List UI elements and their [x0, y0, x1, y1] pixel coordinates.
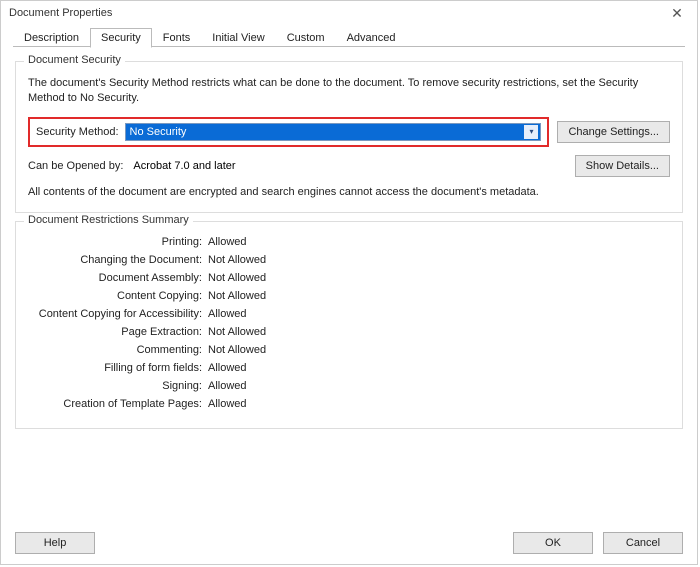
security-method-highlight: Security Method: No Security ▾ [28, 117, 549, 147]
security-description: The document's Security Method restricts… [28, 76, 670, 107]
restriction-value: Allowed [208, 362, 247, 374]
restriction-label: Content Copying for Accessibility: [28, 308, 208, 320]
security-method-label: Security Method: [36, 126, 119, 138]
restriction-label: Signing: [28, 380, 208, 392]
restriction-label: Changing the Document: [28, 254, 208, 266]
restriction-value: Not Allowed [208, 326, 266, 338]
restriction-row: Content Copying for Accessibility:Allowe… [28, 308, 670, 320]
tab-description[interactable]: Description [13, 28, 90, 47]
restriction-row: Page Extraction:Not Allowed [28, 326, 670, 338]
chevron-down-icon: ▾ [524, 125, 538, 139]
restriction-value: Allowed [208, 236, 247, 248]
tab-security[interactable]: Security [90, 28, 152, 48]
restriction-value: Allowed [208, 380, 247, 392]
restriction-row: Content Copying:Not Allowed [28, 290, 670, 302]
restriction-row: Creation of Template Pages:Allowed [28, 398, 670, 410]
restriction-value: Not Allowed [208, 272, 266, 284]
restriction-row: Changing the Document:Not Allowed [28, 254, 670, 266]
restriction-value: Allowed [208, 398, 247, 410]
dialog-window: Document Properties ✕ DescriptionSecurit… [0, 0, 698, 565]
restriction-value: Not Allowed [208, 254, 266, 266]
restrictions-group: Document Restrictions Summary Printing:A… [15, 221, 683, 429]
restriction-label: Document Assembly: [28, 272, 208, 284]
restriction-value: Not Allowed [208, 344, 266, 356]
restriction-label: Commenting: [28, 344, 208, 356]
restriction-row: Document Assembly:Not Allowed [28, 272, 670, 284]
change-settings-button[interactable]: Change Settings... [557, 121, 670, 143]
restriction-label: Printing: [28, 236, 208, 248]
tab-custom[interactable]: Custom [276, 28, 336, 47]
tab-initial-view[interactable]: Initial View [201, 28, 275, 47]
restriction-label: Filling of form fields: [28, 362, 208, 374]
encryption-note: All contents of the document are encrypt… [28, 185, 548, 200]
tab-strip: DescriptionSecurityFontsInitial ViewCust… [1, 25, 697, 47]
restriction-row: Commenting:Not Allowed [28, 344, 670, 356]
restriction-row: Printing:Allowed [28, 236, 670, 248]
security-method-row: Security Method: No Security ▾ Change Se… [28, 117, 670, 147]
dialog-footer: Help OK Cancel [1, 522, 697, 564]
ok-button[interactable]: OK [513, 532, 593, 554]
restrictions-legend: Document Restrictions Summary [24, 214, 193, 226]
tab-content: Document Security The document's Securit… [1, 47, 697, 522]
restriction-row: Filling of form fields:Allowed [28, 362, 670, 374]
cancel-button[interactable]: Cancel [603, 532, 683, 554]
restrictions-list: Printing:AllowedChanging the Document:No… [28, 236, 670, 410]
restriction-row: Signing:Allowed [28, 380, 670, 392]
opened-by-label: Can be Opened by: [28, 160, 123, 172]
restriction-value: Not Allowed [208, 290, 266, 302]
security-method-dropdown[interactable]: No Security ▾ [125, 123, 542, 141]
tab-advanced[interactable]: Advanced [336, 28, 407, 47]
document-security-group: Document Security The document's Securit… [15, 61, 683, 213]
document-security-legend: Document Security [24, 54, 125, 66]
window-title: Document Properties [9, 7, 112, 19]
security-method-value: No Security [130, 126, 187, 138]
restriction-label: Creation of Template Pages: [28, 398, 208, 410]
help-button[interactable]: Help [15, 532, 95, 554]
opened-by-row: Can be Opened by: Acrobat 7.0 and later … [28, 155, 670, 177]
restriction-label: Content Copying: [28, 290, 208, 302]
restriction-value: Allowed [208, 308, 247, 320]
show-details-button[interactable]: Show Details... [575, 155, 670, 177]
restriction-label: Page Extraction: [28, 326, 208, 338]
titlebar: Document Properties ✕ [1, 1, 697, 25]
opened-by-value: Acrobat 7.0 and later [133, 160, 235, 172]
tab-fonts[interactable]: Fonts [152, 28, 202, 47]
close-icon[interactable]: ✕ [665, 5, 689, 22]
